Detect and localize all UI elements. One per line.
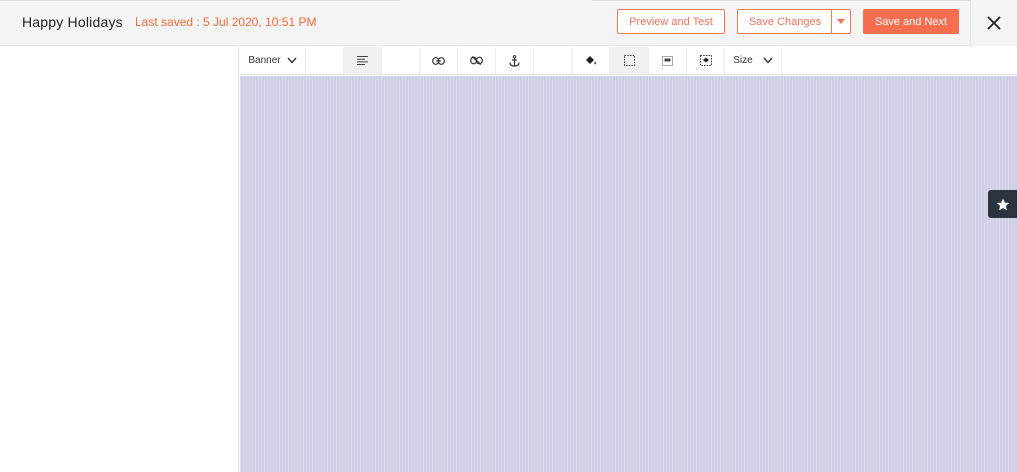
banner-canvas[interactable] [240,76,1017,472]
block-type-label: Banner [248,55,281,66]
save-and-next-button[interactable]: Save and Next [863,9,959,34]
toolbar-spacer [382,47,420,74]
padding-icon [662,55,673,66]
block-type-dropdown[interactable]: Banner [240,47,306,74]
editor-toolbar: Banner Size [240,47,1017,75]
close-icon [987,16,1001,30]
preview-and-test-button[interactable]: Preview and Test [617,9,725,34]
divider [592,0,970,1]
chevron-down-icon [287,57,297,64]
page-title: Happy Holidays [22,14,123,30]
favorites-tab[interactable] [988,190,1017,218]
anchor-button[interactable] [496,47,534,74]
unlink-button[interactable] [458,47,496,74]
anchor-icon [509,54,520,67]
last-saved-status: Last saved : 5 Jul 2020, 10:51 PM [135,15,317,29]
star-icon [996,198,1009,210]
fill-color-button[interactable] [572,47,610,74]
link-icon [432,56,445,65]
size-dropdown[interactable]: Size [725,47,782,74]
paint-bucket-icon [585,56,596,65]
left-panel [0,47,239,472]
save-changes-button[interactable]: Save Changes [737,9,832,34]
border-button[interactable] [610,47,649,74]
link-button[interactable] [420,47,458,74]
close-button[interactable] [970,0,1017,46]
selection-fill-button[interactable] [687,47,725,74]
border-icon [623,55,635,66]
align-left-button[interactable] [344,47,382,74]
selection-fill-icon [699,55,712,66]
padding-button[interactable] [649,47,687,74]
divider [0,0,400,1]
size-label: Size [733,55,753,66]
unlink-icon [470,56,483,65]
toolbar-spacer [534,47,572,74]
toolbar-spacer [306,47,344,74]
chevron-down-icon [763,57,773,64]
save-options-dropdown-button[interactable] [831,9,851,34]
top-header: Happy Holidays Last saved : 5 Jul 2020, … [0,0,1017,46]
caret-down-icon [837,19,845,24]
align-left-icon [357,56,368,65]
